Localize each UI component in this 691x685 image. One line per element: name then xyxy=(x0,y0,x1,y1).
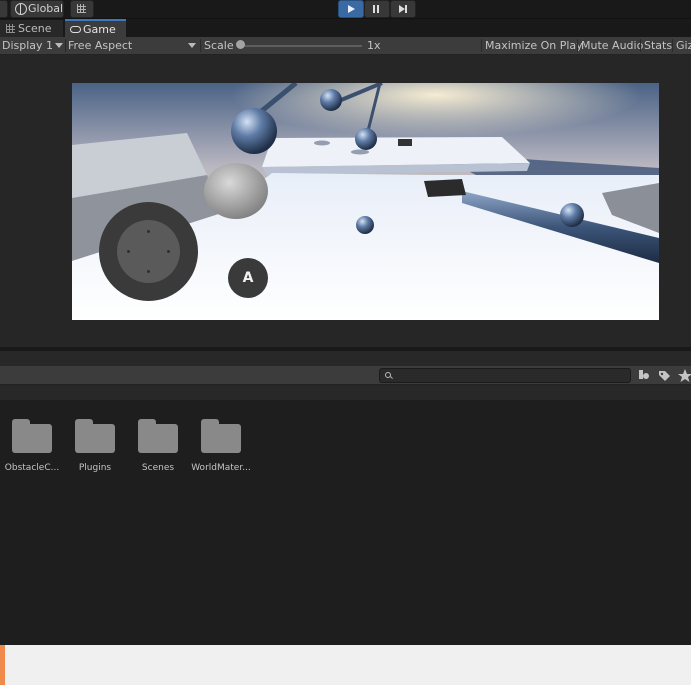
scale-slider-handle[interactable] xyxy=(236,40,245,49)
play-button[interactable] xyxy=(338,0,364,18)
filter-type-icon xyxy=(639,370,649,379)
scale-label: Scale xyxy=(204,39,234,52)
pivot-toggle-button[interactable] xyxy=(0,0,8,18)
tag-icon xyxy=(659,371,670,381)
star-icon xyxy=(678,369,691,382)
folder-label: Scenes xyxy=(141,463,175,473)
filter-by-type-button[interactable] xyxy=(633,366,653,384)
folder-label: ObstacleC... xyxy=(4,463,60,473)
mute-audio-toggle[interactable]: Mute Audio xyxy=(581,37,643,54)
chevron-down-icon xyxy=(188,43,196,48)
joystick-dot xyxy=(147,270,150,273)
project-search-input[interactable] xyxy=(379,368,631,383)
joystick-dot xyxy=(127,250,130,253)
folder-label: Plugins xyxy=(78,463,112,473)
project-panel-header xyxy=(0,351,691,366)
joystick-dot xyxy=(147,230,150,233)
divider xyxy=(577,39,578,52)
divider xyxy=(481,39,482,52)
play-icon xyxy=(348,5,355,13)
global-label: Global xyxy=(28,2,64,15)
tab-game-label: Game xyxy=(83,23,116,36)
project-breadcrumb-bar xyxy=(0,385,691,400)
status-bar xyxy=(0,645,691,685)
folder-obstaclec[interactable] xyxy=(12,417,52,455)
folder-worldmater[interactable] xyxy=(201,417,241,455)
maximize-on-play-toggle[interactable]: Maximize On Play xyxy=(485,37,583,54)
global-toggle-button[interactable]: Global xyxy=(10,0,64,18)
aspect-dropdown[interactable]: Free Aspect xyxy=(68,37,198,54)
tab-scene[interactable]: Scene xyxy=(0,20,63,37)
divider xyxy=(65,39,66,52)
tab-game[interactable]: Game xyxy=(65,19,126,39)
stats-toggle[interactable]: Stats xyxy=(644,37,672,54)
divider xyxy=(200,39,201,52)
globe-icon xyxy=(15,3,27,15)
search-icon xyxy=(385,372,391,378)
scale-value: 1x xyxy=(367,39,381,52)
folder-label: WorldMater... xyxy=(191,463,251,473)
game-view-toolbar: Display 1 Free Aspect Scale 1x Maximize … xyxy=(0,37,691,55)
status-accent xyxy=(0,645,5,685)
grid-icon xyxy=(77,4,86,13)
step-icon xyxy=(399,5,407,13)
gizmos-dropdown[interactable]: Gizmos xyxy=(676,37,691,54)
divider xyxy=(672,39,673,52)
aspect-label: Free Aspect xyxy=(68,39,133,52)
folder-plugins[interactable] xyxy=(75,417,115,455)
step-button[interactable] xyxy=(390,0,416,18)
tab-scene-label: Scene xyxy=(18,22,52,35)
view-tab-bar: Scene Game xyxy=(0,19,691,39)
game-viewport[interactable]: A xyxy=(72,83,659,320)
grid-snap-button[interactable] xyxy=(70,0,94,18)
favorites-button[interactable] xyxy=(675,366,691,384)
pause-button[interactable] xyxy=(364,0,390,18)
display-dropdown[interactable]: Display 1 xyxy=(2,37,64,54)
folder-scenes[interactable] xyxy=(138,417,178,455)
chevron-down-icon xyxy=(55,43,63,48)
main-toolbar: Global xyxy=(0,0,691,19)
scale-slider-track[interactable] xyxy=(238,45,362,47)
game-controller-icon xyxy=(70,26,81,33)
joystick-knob[interactable] xyxy=(117,220,180,283)
divider xyxy=(640,39,641,52)
action-a-button[interactable]: A xyxy=(228,258,268,298)
filter-by-label-button[interactable] xyxy=(654,366,674,384)
scene-grid-icon xyxy=(6,24,15,33)
virtual-joystick[interactable] xyxy=(99,202,198,301)
pause-icon xyxy=(373,5,375,13)
display-label: Display 1 xyxy=(2,39,54,52)
joystick-dot xyxy=(167,250,170,253)
